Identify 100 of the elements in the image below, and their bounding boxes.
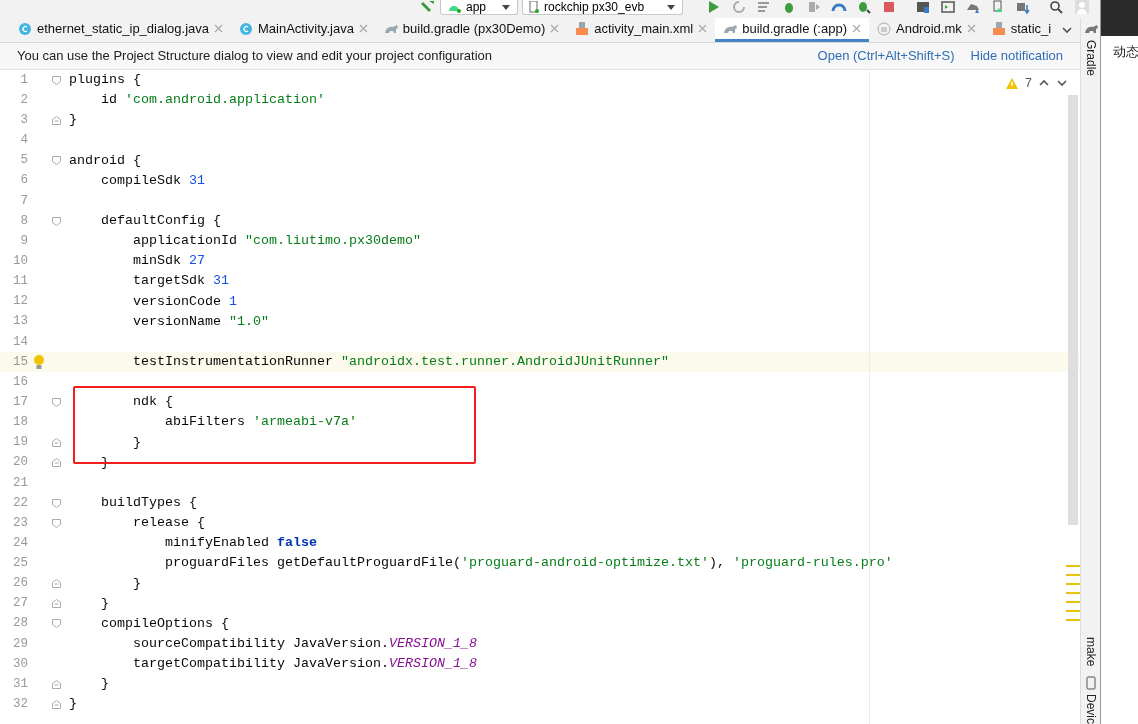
warning-marker[interactable] — [1066, 592, 1080, 594]
line-number: 19 — [12, 434, 28, 452]
fold-icon[interactable] — [51, 115, 61, 125]
fold-icon[interactable] — [51, 216, 61, 226]
fold-icon[interactable] — [51, 75, 61, 85]
attach-icon[interactable] — [806, 0, 822, 14]
line-number: 13 — [12, 313, 28, 331]
caret-icon — [501, 3, 511, 11]
apply-changes-icon[interactable] — [856, 0, 872, 14]
constant-name: VERSION_1_8 — [388, 656, 477, 672]
caret-icon — [666, 3, 676, 11]
line-number: 16 — [12, 373, 28, 391]
tool-window-button[interactable]: Gradle — [1081, 40, 1100, 77]
notification-message: You can use the Project Structure dialog to view and edit your project configuration — [17, 47, 493, 66]
fold-icon[interactable] — [51, 699, 61, 709]
line-number: 8 — [19, 212, 28, 230]
warning-marker[interactable] — [1066, 574, 1080, 576]
line-number: 7 — [19, 192, 28, 210]
account-icon[interactable] — [1074, 0, 1090, 14]
rerun-icon[interactable] — [731, 0, 747, 14]
warning-icon[interactable] — [1005, 76, 1020, 90]
fold-icon[interactable] — [51, 619, 61, 629]
number-literal: 27 — [189, 253, 205, 269]
file-tab[interactable]: activity_main.xml — [567, 18, 716, 42]
line-number: 10 — [12, 252, 28, 270]
file-tab[interactable]: build.gradle (:app) — [715, 18, 869, 42]
close-icon[interactable] — [966, 24, 976, 33]
fold-icon[interactable] — [51, 156, 61, 166]
close-icon[interactable] — [698, 24, 708, 33]
string-literal: 'proguard-android-optimize.txt' — [460, 555, 709, 571]
fold-icon[interactable] — [51, 438, 61, 448]
warning-marker[interactable] — [1066, 565, 1080, 567]
code-text: targetSdk — [133, 273, 206, 289]
warning-marker[interactable] — [1066, 601, 1080, 603]
line-number: 27 — [12, 595, 28, 613]
fold-icon[interactable] — [51, 579, 61, 589]
chevron-down-icon[interactable] — [1061, 24, 1074, 36]
lightbulb-icon[interactable] — [33, 354, 45, 371]
line-number: 17 — [12, 393, 28, 411]
code-text: release { — [133, 515, 205, 531]
line-number: 25 — [12, 555, 28, 573]
close-icon[interactable] — [852, 24, 861, 33]
stop-icon[interactable] — [881, 0, 897, 14]
page-text: 动态 — [1112, 44, 1138, 61]
line-number: 5 — [19, 152, 28, 170]
line-number: 1 — [19, 71, 28, 89]
window-icon[interactable] — [915, 0, 931, 14]
line-number: 29 — [12, 635, 28, 653]
notification-link[interactable]: Hide notification — [970, 46, 1063, 66]
code-text: compileOptions { — [101, 615, 229, 631]
list-icon[interactable] — [756, 0, 772, 14]
code-text: proguardFiles getDefaultProguardFile( — [165, 555, 461, 571]
line-number: 30 — [12, 655, 28, 673]
code-text: defaultConfig { — [101, 213, 221, 229]
search-icon[interactable] — [1049, 0, 1065, 14]
warning-marker[interactable] — [1066, 583, 1080, 585]
tool-window-button[interactable]: make — [1081, 636, 1100, 666]
fold-icon[interactable] — [51, 599, 61, 609]
fold-icon[interactable] — [51, 679, 61, 689]
class-icon — [239, 21, 253, 36]
close-icon[interactable] — [550, 24, 560, 33]
notification-link[interactable]: Open (Ctrl+Alt+Shift+S) — [817, 46, 955, 66]
scrollbar-thumb[interactable] — [1068, 95, 1078, 525]
file-tab[interactable]: MainActivity.java — [231, 18, 376, 42]
fold-icon[interactable] — [51, 397, 61, 407]
code-text: buildTypes { — [101, 495, 197, 511]
number-literal: 1 — [229, 293, 237, 309]
code-text: applicationId — [133, 233, 238, 249]
phone-icon[interactable] — [1083, 676, 1098, 690]
code-text: } — [101, 676, 109, 692]
code-text: id — [101, 92, 118, 108]
warning-marker[interactable] — [1066, 619, 1080, 621]
string-literal: 'armeabi-v7a' — [253, 414, 357, 430]
warning-marker[interactable] — [1066, 610, 1080, 612]
device-dropdown[interactable]: rockchip px30_evb — [522, 0, 683, 15]
terminal-icon[interactable] — [940, 0, 956, 14]
close-icon[interactable] — [214, 24, 223, 33]
code-text: } — [101, 595, 109, 611]
config-dropdown[interactable]: app — [440, 0, 518, 15]
header-bar — [1101, 0, 1138, 36]
code-text: minSdk — [133, 253, 182, 269]
code-text: } — [69, 696, 77, 712]
number-literal: 31 — [213, 273, 229, 289]
file-tab[interactable]: Android.mk — [869, 18, 984, 42]
code-text: } — [69, 112, 77, 128]
line-number: 26 — [12, 575, 28, 593]
fold-icon[interactable] — [51, 458, 61, 468]
close-icon[interactable] — [358, 24, 368, 33]
file-tab[interactable]: build.gradle (px30Demo) — [375, 18, 568, 42]
line-number: 31 — [12, 675, 28, 693]
code-text: versionCode — [133, 293, 222, 309]
code-text: ndk { — [133, 394, 173, 410]
file-tab[interactable]: static_i — [983, 18, 1060, 42]
file-tab[interactable]: ethernet_static_ip_dialog.java — [10, 18, 231, 42]
download-icon[interactable] — [1015, 0, 1031, 14]
code-text: android { — [69, 152, 141, 168]
line-number: 20 — [12, 454, 28, 472]
line-number: 22 — [12, 494, 28, 512]
tool-window-button[interactable]: Devic — [1081, 694, 1100, 724]
elephant-icon[interactable] — [1083, 22, 1098, 36]
